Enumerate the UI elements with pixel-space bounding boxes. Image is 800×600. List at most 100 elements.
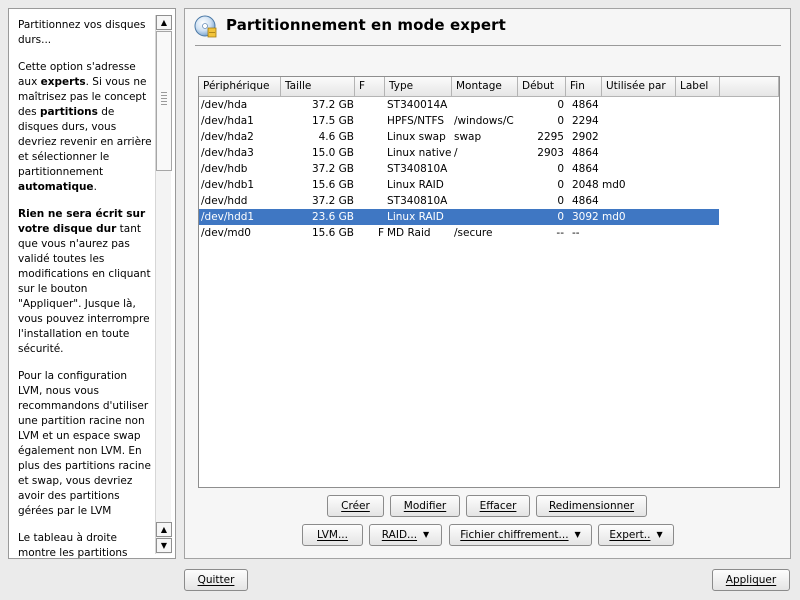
- table-row[interactable]: /dev/hdd1 23.6 GB Linux RAID 0 3092 md0: [199, 209, 719, 225]
- resize-button-label: Redimensionner: [548, 500, 635, 512]
- scroll-up-button[interactable]: ▲: [156, 15, 172, 30]
- quit-button-label: Quitter: [197, 574, 235, 586]
- table-row[interactable]: /dev/hda1 17.5 GB HPFS/NTFS/windows/C 0 2294: [199, 113, 779, 129]
- help-scrollbar[interactable]: ▲ ▲ ▼: [155, 15, 172, 554]
- help-text-bold: experts: [40, 76, 86, 88]
- table-row[interactable]: /dev/hda2 4.6 GB Linux swap swap 2295 2902: [199, 129, 779, 145]
- page-title: Partitionnement en mode expert: [226, 16, 506, 34]
- cell-start: --: [556, 227, 564, 239]
- cell-start: 0: [557, 163, 564, 175]
- cell-start: 2295: [537, 131, 564, 143]
- help-text-run: tant que vous n'aurez pas validé toutes …: [18, 223, 151, 355]
- chevron-down-icon: ▼: [423, 530, 430, 539]
- scroll-thumb[interactable]: [156, 31, 172, 171]
- cell-f: [324, 129, 384, 145]
- expert-button[interactable]: Expert.. ▼: [598, 524, 674, 546]
- cell-used-by: [602, 225, 674, 241]
- cell-device: /dev/hda: [201, 99, 248, 111]
- table-header: Périphérique Taille F Type Montage Début Fin Ut…: [199, 77, 779, 97]
- cell-start: 0: [557, 179, 564, 191]
- encryption-button-label: Fichier chiffrement...: [460, 529, 569, 541]
- cell-used-by: [602, 97, 674, 113]
- cell-label: [678, 97, 718, 113]
- cell-f: [324, 193, 384, 209]
- column-header-size[interactable]: Taille: [281, 77, 355, 97]
- cell-start: 0: [557, 99, 564, 111]
- edit-button-label: Modifier: [403, 500, 447, 512]
- column-header-filler: [720, 77, 779, 97]
- cell-used-by: [602, 129, 674, 145]
- cell-end: 2294: [572, 115, 599, 127]
- title-divider: [195, 45, 781, 46]
- cell-used-by: [602, 193, 674, 209]
- column-header-type[interactable]: Type: [385, 77, 452, 97]
- column-header-start[interactable]: Début: [518, 77, 566, 97]
- cell-used-by: [602, 145, 674, 161]
- table-row[interactable]: /dev/hdb1 15.6 GB Linux RAID 0 2048 md0: [199, 177, 779, 193]
- scroll-down-button[interactable]: ▼: [156, 538, 172, 553]
- column-header-mount[interactable]: Montage: [452, 77, 518, 97]
- partition-table[interactable]: Périphérique Taille F Type Montage Début Fin Ut…: [198, 76, 780, 488]
- delete-button[interactable]: Effacer: [466, 495, 530, 517]
- cell-type: ST340810A: [387, 195, 448, 207]
- cell-device: /dev/hda2: [201, 131, 254, 143]
- cell-end: 4864: [572, 163, 599, 175]
- grip-icon: [161, 92, 167, 106]
- create-button-label: Créer: [341, 500, 370, 512]
- cell-type: Linux native: [387, 147, 452, 159]
- table-row[interactable]: /dev/md0 15.6 GB F MD Raid/secure -- --: [199, 225, 779, 241]
- arrow-down-icon: ▼: [160, 541, 168, 550]
- cell-label: [678, 177, 718, 193]
- raid-button[interactable]: RAID... ▼: [369, 524, 442, 546]
- quit-button[interactable]: Quitter: [184, 569, 248, 591]
- lvm-button[interactable]: LVM...: [302, 524, 363, 546]
- cell-end: --: [572, 227, 580, 239]
- lvm-button-label: LVM...: [317, 529, 348, 541]
- cell-f: F: [377, 227, 384, 239]
- cell-f: [324, 113, 384, 129]
- cell-device: /dev/hda1: [201, 115, 254, 127]
- help-text-bold: partitions: [39, 106, 98, 118]
- column-header-used-by[interactable]: Utilisée par: [602, 77, 676, 97]
- table-row[interactable]: /dev/hda3 15.0 GB Linux native/2903 4864: [199, 145, 779, 161]
- scroll-up-button-bottom[interactable]: ▲: [156, 522, 172, 537]
- cell-used-by: [602, 161, 674, 177]
- table-body[interactable]: /dev/hda 37.2 GB ST340014A 0 4864/dev/hda1 17…: [199, 97, 779, 241]
- help-paragraph-intro: Partitionnez vos disques durs...: [18, 19, 146, 46]
- cell-label: [678, 129, 718, 145]
- table-row[interactable]: /dev/hdd 37.2 GB ST340810A 0 4864: [199, 193, 779, 209]
- column-header-device[interactable]: Périphérique: [199, 77, 281, 97]
- cell-end: 4864: [572, 99, 599, 111]
- chevron-down-icon: ▼: [574, 530, 581, 539]
- resize-button[interactable]: Redimensionner: [536, 495, 647, 517]
- create-button[interactable]: Créer: [327, 495, 384, 517]
- expert-button-label: Expert..: [609, 529, 651, 541]
- column-header-flag[interactable]: F: [355, 77, 385, 97]
- cell-end: 4864: [572, 195, 599, 207]
- column-header-end[interactable]: Fin: [566, 77, 602, 97]
- table-row[interactable]: /dev/hdb 37.2 GB ST340810A 0 4864: [199, 161, 779, 177]
- cell-f: [324, 177, 384, 193]
- encryption-button[interactable]: Fichier chiffrement... ▼: [449, 524, 592, 546]
- delete-button-label: Effacer: [479, 500, 517, 512]
- apply-button[interactable]: Appliquer: [712, 569, 790, 591]
- cell-label: [678, 145, 718, 161]
- column-header-label[interactable]: Label: [676, 77, 720, 97]
- cell-end: 4864: [572, 147, 599, 159]
- cell-end: 3092: [572, 211, 599, 223]
- table-row[interactable]: /dev/hda 37.2 GB ST340014A 0 4864: [199, 97, 779, 113]
- cell-device: /dev/md0: [201, 227, 251, 239]
- help-pane[interactable]: Partitionnez vos disques durs... Cette o…: [8, 8, 176, 559]
- cell-label: [678, 225, 718, 241]
- cell-device: /dev/hdb: [201, 163, 248, 175]
- cell-label: [678, 193, 718, 209]
- cell-start: 0: [557, 211, 564, 223]
- cell-f: [324, 161, 384, 177]
- cell-start: 0: [557, 115, 564, 127]
- main-frame: Partitionnement en mode expert Périphéri…: [184, 8, 791, 559]
- cell-type: MD Raid: [387, 227, 431, 239]
- help-paragraph-nothing-written: Rien ne sera écrit sur votre disque dur …: [18, 207, 154, 357]
- cell-device: /dev/hdd1: [201, 211, 255, 223]
- cell-start: 0: [557, 195, 564, 207]
- edit-button[interactable]: Modifier: [390, 495, 460, 517]
